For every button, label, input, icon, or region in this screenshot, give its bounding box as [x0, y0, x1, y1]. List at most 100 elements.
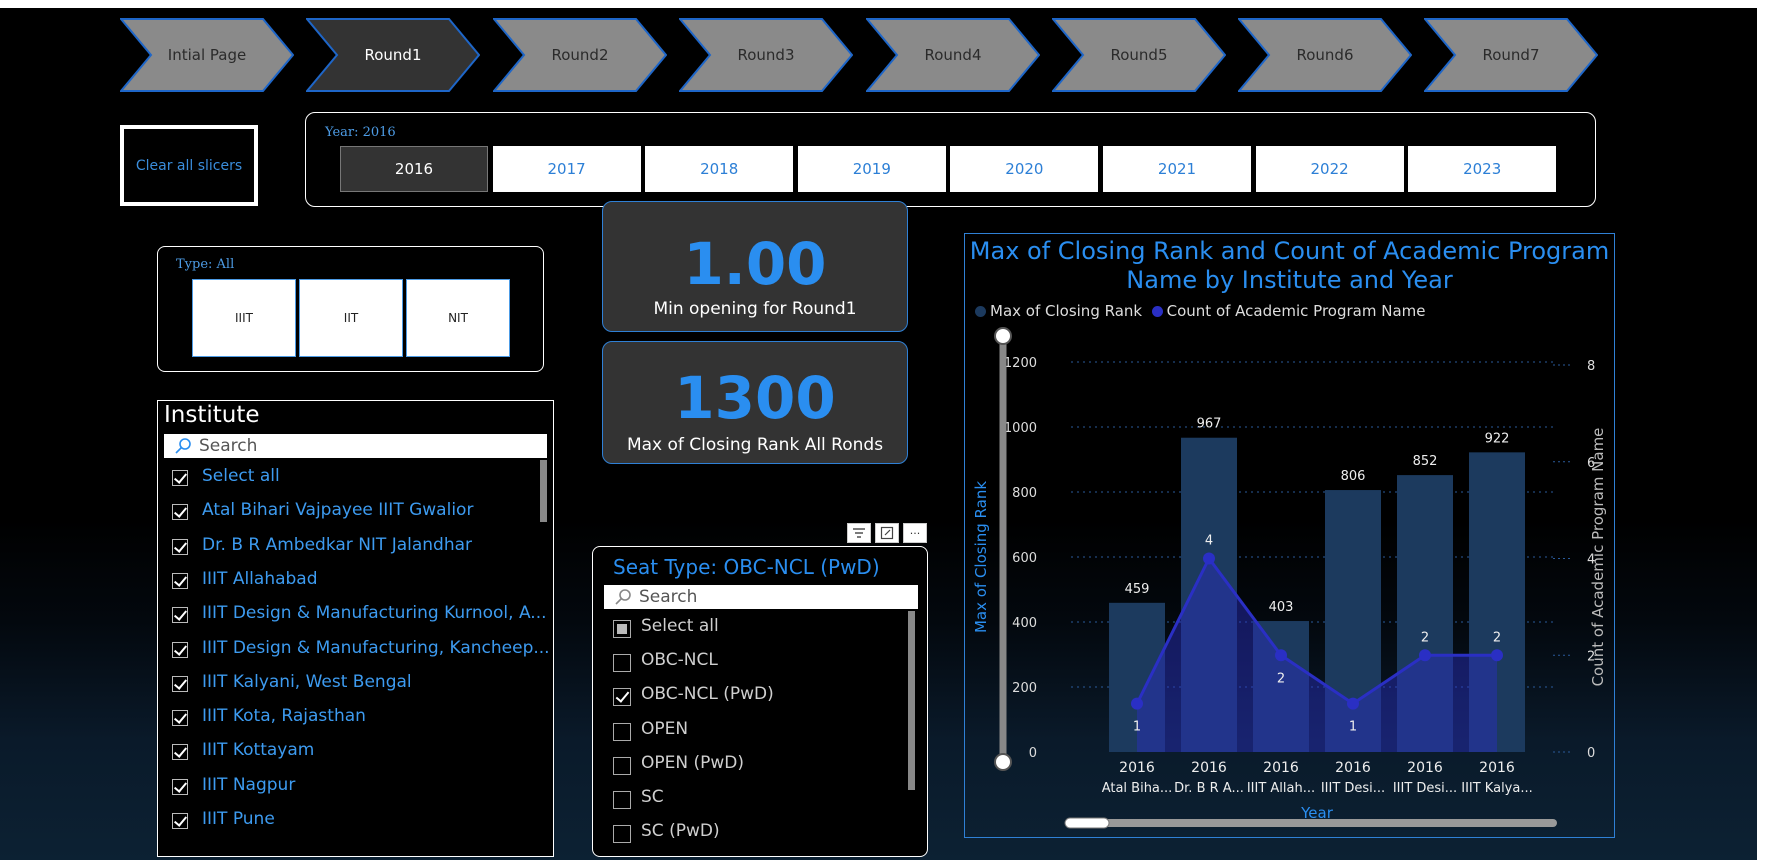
min-opening-value: 1.00: [683, 230, 827, 298]
checkbox[interactable]: [172, 813, 188, 829]
year-option-2020[interactable]: 2020: [950, 146, 1099, 192]
institute-item-label: IIIT Kottayam: [202, 740, 315, 761]
institute-item-label: IIIT Kalyani, West Bengal: [202, 671, 412, 692]
seat-item-label: OBC-NCL (PwD): [641, 684, 774, 705]
institute-item-label: Dr. B R Ambedkar NIT Jalandhar: [202, 534, 473, 555]
nav-step-round3[interactable]: Round3: [679, 18, 853, 92]
checkbox[interactable]: [172, 675, 188, 692]
x-subcategory-label: IIIT Desi...: [1393, 781, 1457, 796]
nav-step-round4[interactable]: Round4: [866, 18, 1040, 92]
nav-step-round5[interactable]: Round5: [1052, 18, 1226, 92]
x-tick-label: 2016: [1479, 760, 1515, 776]
nav-step-round7[interactable]: Round7: [1424, 18, 1598, 92]
y-axis-title: Max of Closing Rank: [972, 481, 990, 633]
institute-search-placeholder: Search: [199, 436, 258, 456]
checkbox[interactable]: [613, 688, 631, 707]
x-tick-label: 2016: [1191, 760, 1227, 776]
line-data-label: 1: [1349, 720, 1357, 735]
checkbox[interactable]: [172, 538, 188, 555]
clear-all-slicers-button[interactable]: Clear all slicers: [120, 125, 258, 206]
y-range-slider-handle-top: [994, 327, 1012, 345]
checkbox[interactable]: [613, 825, 631, 844]
nav-step-label: Round3: [737, 46, 795, 64]
checkbox[interactable]: [172, 470, 188, 486]
y-tick-label: 200: [1012, 681, 1037, 696]
search-icon: [174, 437, 192, 459]
nav-step-round2[interactable]: Round2: [493, 18, 667, 92]
bar-data-label: 403: [1269, 600, 1294, 615]
checkbox[interactable]: [613, 620, 631, 638]
checkbox[interactable]: [613, 654, 631, 673]
min-opening-label: Min opening for Round1: [653, 299, 857, 319]
seat-scrollbar[interactable]: [908, 611, 915, 790]
nav-step-label: Round6: [1296, 46, 1354, 64]
nav-step-round1[interactable]: Round1: [306, 18, 480, 92]
more-options-icon[interactable]: ···: [903, 523, 927, 543]
line-point: [1275, 649, 1287, 662]
type-option-iiit[interactable]: IIIT: [192, 279, 296, 357]
nav-step-round6[interactable]: Round6: [1238, 18, 1412, 92]
checkbox[interactable]: [172, 572, 188, 589]
institute-item-label: IIIT Nagpur: [202, 774, 296, 795]
checkbox[interactable]: [172, 607, 188, 624]
institute-scrollbar[interactable]: [540, 460, 547, 522]
focus-mode-icon[interactable]: [875, 523, 899, 543]
checkbox[interactable]: [613, 722, 631, 741]
x-subcategory-label: IIIT Desi...: [1321, 781, 1385, 796]
year-option-2018[interactable]: 2018: [645, 146, 794, 192]
year-option-2021[interactable]: 2021: [1103, 146, 1251, 192]
x-tick-label: 2016: [1335, 760, 1371, 776]
x-subcategory-label: Atal Biha...: [1102, 781, 1173, 796]
filter-icon[interactable]: [847, 523, 871, 543]
checkbox[interactable]: [613, 791, 631, 809]
x-scrollbar-track: [1065, 819, 1557, 827]
y-tick-label: 0: [1029, 746, 1037, 761]
y2-tick-label: 0: [1587, 746, 1595, 761]
x-subcategory-label: IIIT Allah...: [1247, 781, 1315, 796]
line-point: [1347, 697, 1359, 710]
checkbox[interactable]: [172, 504, 188, 521]
max-closing-label: Max of Closing Rank All Ronds: [626, 435, 884, 455]
institute-item-label: IIIT Design & Manufacturing Kurnool, A..…: [202, 603, 547, 624]
type-option-iit[interactable]: IIT: [299, 279, 403, 357]
year-option-2016[interactable]: 2016: [340, 146, 488, 192]
seat-search-input[interactable]: Search: [604, 585, 918, 609]
bar-data-label: 852: [1413, 454, 1438, 469]
year-option-2023[interactable]: 2023: [1408, 146, 1557, 192]
nav-step-label: Round5: [1110, 46, 1168, 64]
year-slicer-title: Year: 2016: [325, 125, 396, 140]
y-range-slider-handle-bottom: [994, 753, 1012, 771]
chart-plot: 02004006008001000120002468Max of Closing…: [972, 327, 1607, 829]
seat-item-label: SC: [641, 787, 664, 807]
x-subcategory-label: IIIT Kalya...: [1461, 781, 1533, 796]
checkbox[interactable]: [172, 778, 188, 795]
x-tick-label: 2016: [1263, 760, 1299, 776]
nav-step-intial-page[interactable]: Intial Page: [120, 18, 294, 92]
year-option-2019[interactable]: 2019: [797, 146, 946, 192]
checkbox[interactable]: [172, 744, 188, 761]
y-tick-label: 400: [1012, 616, 1037, 631]
line-data-label: 1: [1133, 720, 1141, 735]
y2-tick-label: 8: [1587, 359, 1595, 374]
closing-rank-chart: Max of Closing Rank and Count of Academi…: [964, 233, 1615, 838]
checkbox[interactable]: [172, 641, 188, 658]
bar-data-label: 459: [1125, 582, 1150, 597]
seat-item-label: Select all: [641, 616, 719, 636]
x-tick-label: 2016: [1407, 760, 1443, 776]
nav-step-label: Round7: [1482, 46, 1540, 64]
institute-search-input[interactable]: Search: [164, 434, 547, 458]
checkbox[interactable]: [613, 756, 631, 775]
line-point: [1419, 649, 1431, 662]
type-slicer-title: Type: All: [176, 257, 235, 272]
checkbox[interactable]: [172, 710, 188, 727]
line-point: [1491, 649, 1503, 662]
max-closing-value: 1300: [674, 364, 836, 432]
y-tick-label: 1200: [1004, 356, 1037, 371]
institute-item-label: Atal Bihari Vajpayee IIIT Gwalior: [202, 500, 474, 521]
line-point: [1203, 552, 1215, 565]
year-option-2017[interactable]: 2017: [492, 146, 641, 192]
institute-slicer: Institute Search Select all Atal Bihari V…: [157, 400, 554, 857]
year-option-2022[interactable]: 2022: [1255, 146, 1404, 192]
type-option-nit[interactable]: NIT: [406, 279, 510, 357]
institute-item-label: IIIT Kota, Rajasthan: [202, 706, 366, 727]
